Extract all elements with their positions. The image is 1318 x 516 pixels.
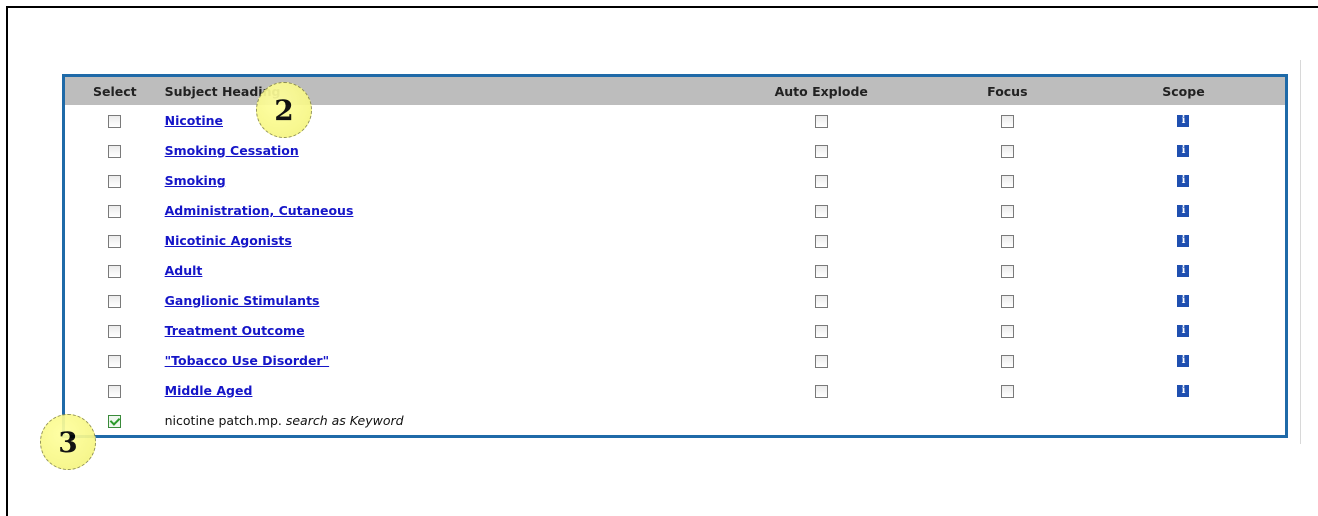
subject-heading-link[interactable]: Adult [165,263,203,278]
header-focus: Focus [987,83,1028,99]
info-icon[interactable]: i [1177,385,1190,397]
focus-checkbox[interactable] [1000,354,1014,368]
subject-heading-link[interactable]: Nicotine [165,113,223,128]
header-select: Select [92,83,137,99]
subject-heading-link[interactable]: Ganglionic Stimulants [165,293,320,308]
keyword-select-checkbox[interactable] [108,414,122,428]
subject-heading-link[interactable]: "Tobacco Use Disorder" [165,353,329,368]
select-checkbox[interactable] [108,354,122,368]
info-icon[interactable]: i [1177,235,1190,247]
keyword-row: nicotine patch.mp. search as Keyword [65,405,1285,435]
subject-heading-link[interactable]: Administration, Cutaneous [165,203,354,218]
table-row: Ganglionic Stimulants i [65,285,1285,315]
subject-heading-link[interactable]: Smoking [165,173,226,188]
auto-explode-checkbox[interactable] [814,264,828,278]
subject-heading-table: Select Subject Heading Auto Explode Focu… [65,77,1285,435]
table-row: Middle Aged i [65,375,1285,405]
subject-heading-link[interactable]: Treatment Outcome [165,323,305,338]
select-checkbox[interactable] [108,114,122,128]
auto-explode-checkbox[interactable] [814,294,828,308]
select-checkbox[interactable] [108,204,122,218]
focus-checkbox[interactable] [1000,234,1014,248]
auto-explode-checkbox[interactable] [814,354,828,368]
callout-3-number: 3 [58,425,78,459]
select-checkbox[interactable] [108,264,122,278]
auto-explode-checkbox[interactable] [814,144,828,158]
table-row: Administration, Cutaneous i [65,195,1285,225]
panel-shadow [1300,60,1301,444]
info-icon[interactable]: i [1177,175,1190,187]
auto-explode-checkbox[interactable] [814,384,828,398]
keyword-suffix: search as Keyword [285,412,404,428]
focus-checkbox[interactable] [1000,114,1014,128]
info-icon[interactable]: i [1177,145,1190,157]
header-scope: Scope [1162,83,1205,99]
focus-checkbox[interactable] [1000,144,1014,158]
info-icon[interactable]: i [1177,295,1190,307]
callout-2-number: 2 [274,93,294,127]
table-row: Adult i [65,255,1285,285]
info-icon[interactable]: i [1177,265,1190,277]
subject-heading-link[interactable]: Middle Aged [165,383,253,398]
table-row: Nicotine i [65,105,1285,135]
focus-checkbox[interactable] [1000,174,1014,188]
focus-checkbox[interactable] [1000,294,1014,308]
table-header-row: Select Subject Heading Auto Explode Focu… [65,77,1285,105]
auto-explode-checkbox[interactable] [814,234,828,248]
focus-checkbox[interactable] [1000,204,1014,218]
header-subject-heading: Subject Heading [164,83,281,99]
info-icon[interactable]: i [1177,205,1190,217]
select-checkbox[interactable] [108,234,122,248]
select-checkbox[interactable] [108,294,122,308]
focus-checkbox[interactable] [1000,264,1014,278]
callout-2: 2 [256,82,312,138]
table-row: Smoking Cessation i [65,135,1285,165]
auto-explode-checkbox[interactable] [814,114,828,128]
keyword-search-text: nicotine patch.mp. search as Keyword [165,413,404,428]
subject-heading-link[interactable]: Nicotinic Agonists [165,233,292,248]
table-row: Smoking i [65,165,1285,195]
focus-checkbox[interactable] [1000,324,1014,338]
focus-checkbox[interactable] [1000,384,1014,398]
header-auto-explode: Auto Explode [774,83,868,99]
table-row: Nicotinic Agonists i [65,225,1285,255]
table-row: "Tobacco Use Disorder" i [65,345,1285,375]
info-icon[interactable]: i [1177,115,1190,127]
auto-explode-checkbox[interactable] [814,174,828,188]
auto-explode-checkbox[interactable] [814,204,828,218]
select-checkbox[interactable] [108,174,122,188]
info-icon[interactable]: i [1177,355,1190,367]
keyword-term: nicotine patch.mp. [164,412,282,428]
subject-heading-link[interactable]: Smoking Cessation [165,143,299,158]
mapping-results-panel: Select Subject Heading Auto Explode Focu… [62,74,1288,438]
select-checkbox[interactable] [108,144,122,158]
callout-3: 3 [40,414,96,470]
table-row: Treatment Outcome i [65,315,1285,345]
select-checkbox[interactable] [108,384,122,398]
info-icon[interactable]: i [1177,325,1190,337]
auto-explode-checkbox[interactable] [814,324,828,338]
select-checkbox[interactable] [108,324,122,338]
